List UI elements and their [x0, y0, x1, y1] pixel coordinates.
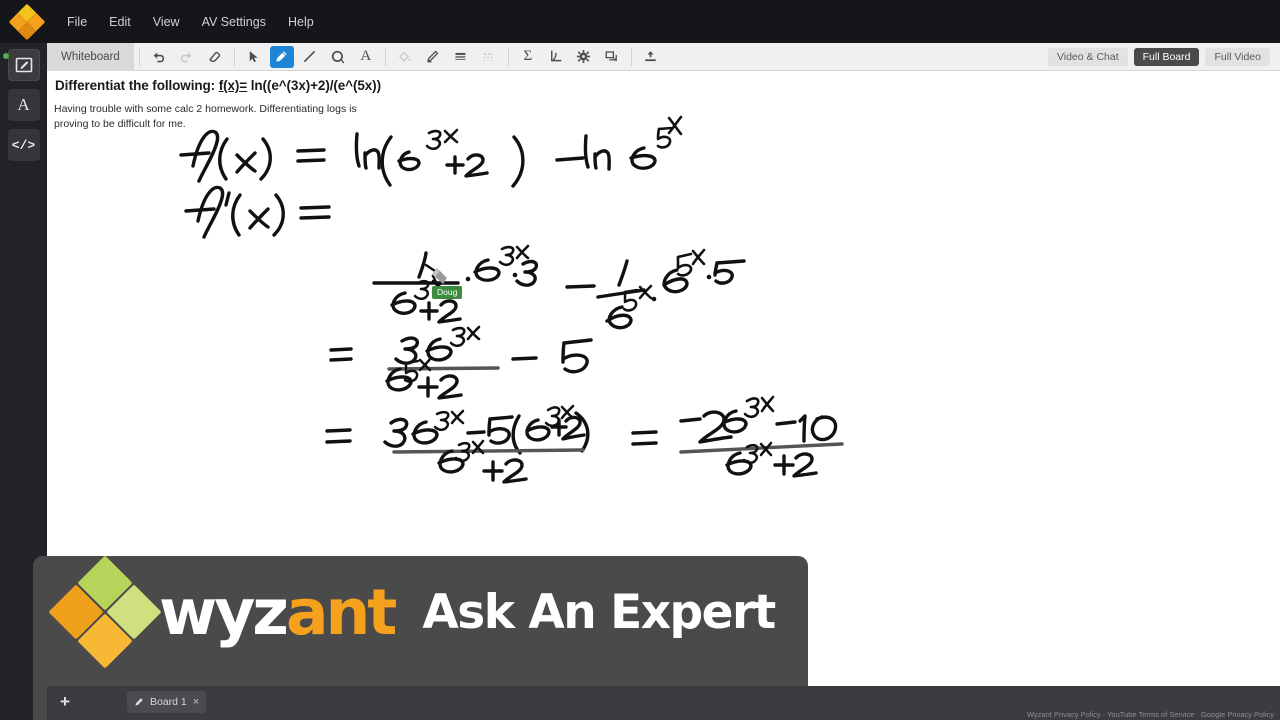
wyzant-diamond-logo — [48, 556, 162, 669]
math-button[interactable]: Σ — [516, 46, 540, 68]
add-board-button[interactable]: + — [56, 693, 74, 712]
redo-arrow-icon — [181, 52, 192, 63]
toolbar: Whiteboard A Σ Video & Chat Full Board F… — [47, 42, 1280, 71]
upload-button[interactable] — [639, 46, 663, 68]
pen-button[interactable] — [269, 45, 294, 68]
close-icon[interactable]: × — [193, 696, 199, 708]
copy-layers-icon — [605, 51, 618, 62]
stroke-color-button[interactable] — [421, 46, 445, 68]
line-button[interactable] — [298, 46, 322, 68]
line-icon — [304, 51, 316, 62]
menu-av-settings[interactable]: AV Settings — [191, 10, 277, 34]
text-button[interactable]: A — [354, 46, 378, 68]
graph-button[interactable] — [544, 46, 568, 68]
upload-icon — [645, 51, 657, 62]
paint-bucket-icon — [399, 51, 411, 62]
menu-file[interactable]: File — [56, 10, 98, 34]
wordmark-ant: ant — [285, 575, 397, 649]
menu-edit[interactable]: Edit — [98, 10, 142, 34]
footer-links[interactable]: Wyzant Privacy Policy · YouTube Terms of… — [1027, 710, 1274, 719]
code-icon: </> — [11, 137, 36, 153]
whiteboard-app: File Edit View AV Settings Help A </> Wh… — [0, 0, 1280, 720]
toolbar-divider — [507, 47, 509, 66]
active-status-dot — [2, 53, 9, 59]
board-tab-bar: + Board 1 × Wyzant Privacy Policy · YouT… — [47, 686, 1280, 720]
full-video-button[interactable]: Full Video — [1205, 47, 1270, 66]
view-mode-buttons: Video & Chat Full Board Full Video — [1047, 47, 1280, 66]
pen-icon — [276, 51, 288, 62]
gear-icon — [577, 50, 591, 63]
sidebar-item-whiteboard[interactable] — [2, 49, 40, 81]
eraser-button[interactable] — [203, 46, 227, 68]
pen-icon — [134, 697, 144, 707]
marker-color-icon — [427, 50, 439, 63]
duplicate-button[interactable] — [600, 46, 624, 68]
menu-items: File Edit View AV Settings Help — [56, 10, 325, 34]
text-a-icon: A — [360, 48, 372, 64]
eraser-icon — [209, 51, 221, 62]
whiteboard-pen-icon — [15, 57, 32, 73]
text-document-icon: A — [17, 95, 30, 114]
menu-help[interactable]: Help — [277, 10, 325, 34]
line-style-button[interactable] — [477, 46, 501, 68]
wyzant-diamond-logo — [8, 3, 46, 40]
wyzant-ask-an-expert-logo: wyz ant Ask An Expert — [48, 556, 776, 669]
fill-button[interactable] — [393, 46, 417, 68]
ellipse-shape-icon — [331, 50, 344, 63]
select-button[interactable] — [242, 46, 266, 68]
toolbar-divider — [384, 47, 386, 66]
whiteboard-tab[interactable]: Whiteboard — [47, 42, 134, 71]
ask-an-expert-tagline: Ask An Expert — [422, 584, 776, 640]
graph-axes-icon — [551, 50, 562, 62]
stroke-width-button[interactable] — [449, 46, 473, 68]
cursor-arrow-icon — [250, 51, 258, 63]
line-weight-icon — [455, 52, 466, 60]
video-and-chat-button[interactable]: Video & Chat — [1047, 47, 1128, 66]
toolbar-divider — [630, 47, 632, 66]
sidebar-item-code[interactable]: </> — [7, 129, 40, 161]
dashed-line-icon — [483, 53, 494, 61]
sigma-math-icon: Σ — [523, 48, 533, 64]
wordmark-wyz: wyz — [159, 575, 289, 649]
remote-cursor-label: Doug — [432, 286, 463, 299]
full-board-button[interactable]: Full Board — [1133, 47, 1200, 66]
undo-button[interactable] — [147, 46, 171, 68]
board-tab-label: Board 1 — [150, 696, 187, 708]
shape-button[interactable] — [326, 46, 350, 68]
wyzant-wordmark: wyz ant — [159, 575, 397, 649]
board-tab-1[interactable]: Board 1 × — [127, 691, 207, 713]
redo-button[interactable] — [175, 46, 199, 68]
menu-bar: File Edit View AV Settings Help — [0, 0, 1280, 43]
menu-view[interactable]: View — [142, 10, 191, 34]
sidebar-item-text[interactable]: A — [7, 89, 40, 121]
toolbar-divider — [138, 47, 140, 66]
settings-button[interactable] — [572, 46, 596, 68]
undo-arrow-icon — [154, 52, 165, 63]
toolbar-divider — [233, 47, 235, 66]
